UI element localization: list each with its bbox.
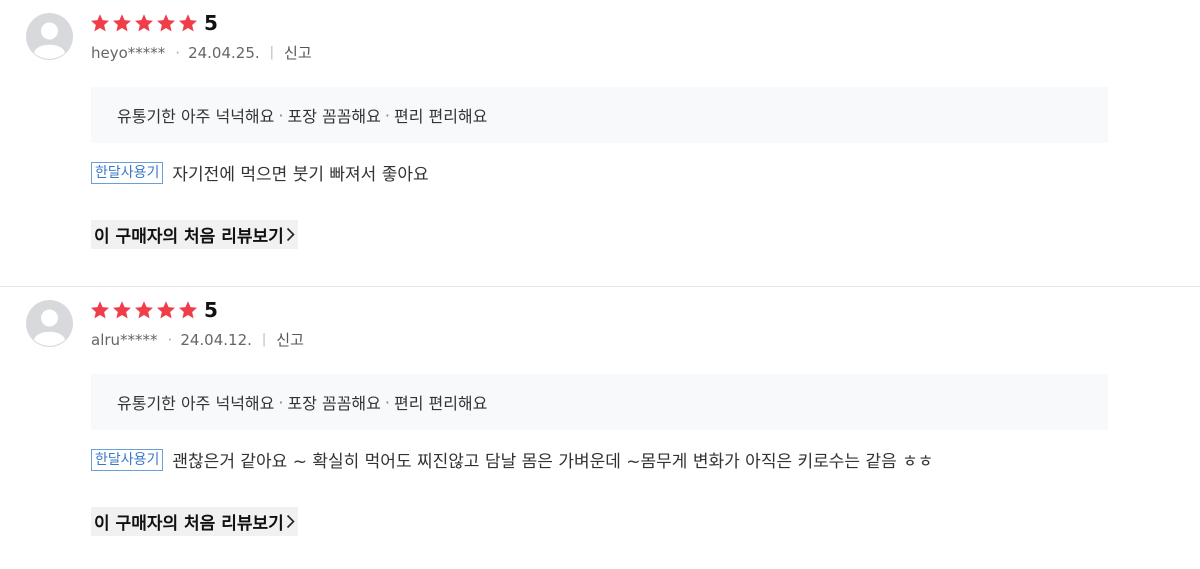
reviewer-id: heyo***** bbox=[91, 44, 166, 62]
review-meta: heyo***** · 24.04.25. | 신고 bbox=[91, 42, 312, 64]
reviewer-id: alru***** bbox=[91, 331, 158, 349]
option-item: 유통기한 아주 넉넉해요 bbox=[117, 394, 275, 413]
option-separator: · bbox=[278, 392, 284, 412]
option-item: 포장 꼼꼼해요 bbox=[287, 394, 381, 413]
star-icon bbox=[179, 301, 197, 319]
first-review-label: 이 구매자의 처음 리뷰보기 bbox=[94, 227, 284, 247]
report-link[interactable]: 신고 bbox=[284, 42, 312, 64]
meta-dot: · bbox=[175, 44, 181, 62]
review-item: 5 heyo***** · 24.04.25. | 신고 유통기한 아주 넉넉해… bbox=[0, 0, 1200, 286]
review-tag: 한달사용기 bbox=[91, 448, 164, 471]
star-icon bbox=[113, 301, 131, 319]
review-list: 5 heyo***** · 24.04.25. | 신고 유통기한 아주 넉넉해… bbox=[0, 0, 1200, 569]
review-tag: 한달사용기 bbox=[91, 161, 164, 184]
star-icon bbox=[113, 14, 131, 32]
star-icon bbox=[135, 301, 153, 319]
first-review-label: 이 구매자의 처음 리뷰보기 bbox=[94, 514, 284, 534]
option-item: 유통기한 아주 넉넉해요 bbox=[117, 107, 275, 126]
option-item: 편리 편리해요 bbox=[393, 394, 488, 413]
rating-stars: 5 bbox=[90, 298, 218, 322]
star-icon bbox=[91, 301, 109, 319]
meta-divider: | bbox=[269, 45, 275, 60]
option-separator: · bbox=[384, 105, 390, 125]
star-icon bbox=[91, 14, 109, 32]
rating-stars: 5 bbox=[90, 11, 218, 35]
rating-score: 5 bbox=[204, 11, 218, 35]
option-separator: · bbox=[384, 392, 390, 412]
review-options: 유통기한 아주 넉넉해요 · 포장 꼼꼼해요 · 편리 편리해요 bbox=[91, 374, 1108, 430]
review-body: 한달사용기 괜찮은거 같아요 ~ 확실히 먹어도 찌진않고 담날 몸은 가벼운데… bbox=[91, 447, 933, 472]
review-item: 5 alru***** · 24.04.12. | 신고 유통기한 아주 넉넉해… bbox=[0, 286, 1200, 569]
star-icon bbox=[157, 301, 175, 319]
avatar bbox=[26, 13, 73, 60]
report-link[interactable]: 신고 bbox=[276, 329, 304, 351]
star-icon bbox=[179, 14, 197, 32]
option-item: 포장 꼼꼼해요 bbox=[287, 107, 381, 126]
review-meta: alru***** · 24.04.12. | 신고 bbox=[91, 329, 304, 351]
first-review-link[interactable]: 이 구매자의 처음 리뷰보기 bbox=[91, 507, 298, 536]
star-icon bbox=[157, 14, 175, 32]
review-date: 24.04.12. bbox=[180, 331, 252, 349]
meta-divider: | bbox=[261, 332, 267, 347]
option-item: 편리 편리해요 bbox=[393, 107, 488, 126]
chevron-right-icon bbox=[286, 227, 295, 242]
meta-dot: · bbox=[167, 331, 173, 349]
review-text: 괜찮은거 같아요 ~ 확실히 먹어도 찌진않고 담날 몸은 가벼운데 ~몸무게 … bbox=[172, 452, 934, 472]
review-text: 자기전에 먹으면 붓기 빠져서 좋아요 bbox=[172, 165, 429, 185]
review-body: 한달사용기 자기전에 먹으면 붓기 빠져서 좋아요 bbox=[91, 160, 429, 185]
option-separator: · bbox=[278, 105, 284, 125]
avatar bbox=[26, 300, 73, 347]
chevron-right-icon bbox=[286, 514, 295, 529]
review-options: 유통기한 아주 넉넉해요 · 포장 꼼꼼해요 · 편리 편리해요 bbox=[91, 87, 1108, 143]
rating-score: 5 bbox=[204, 298, 218, 322]
first-review-link[interactable]: 이 구매자의 처음 리뷰보기 bbox=[91, 220, 298, 249]
star-icon bbox=[135, 14, 153, 32]
review-date: 24.04.25. bbox=[188, 44, 260, 62]
